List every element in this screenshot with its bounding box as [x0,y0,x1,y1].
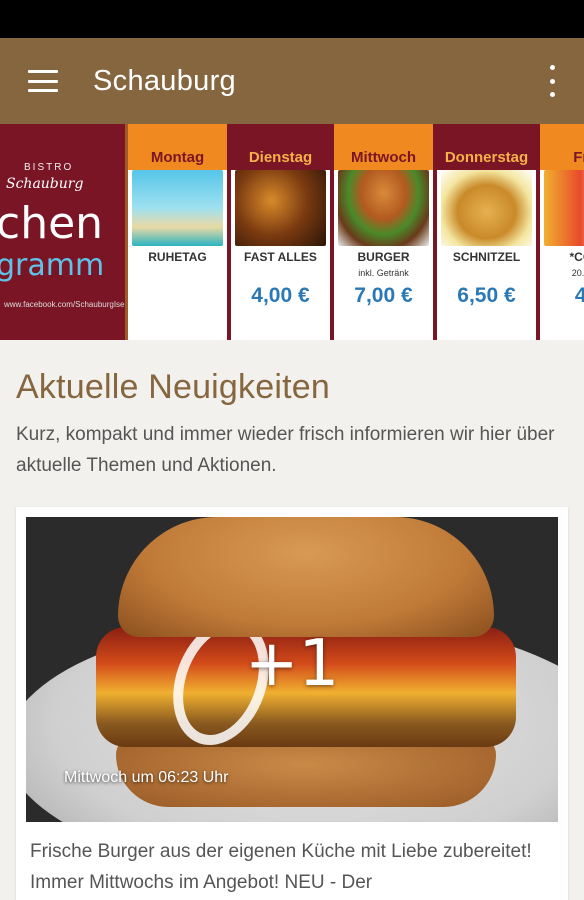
news-section: Aktuelle Neuigkeiten Kurz, kompakt und i… [0,368,584,900]
post-text: Frische Burger aus der eigenen Küche mit… [30,841,532,893]
day-price: 7,00 € [354,284,413,307]
day-offer-label: FAST ALLES [244,250,317,264]
day-name: Mittwoch [334,124,433,170]
banner-subheading-text: gramm [0,248,105,283]
weekly-program-banner[interactable]: BISTRO Schauburg chen gramm www.facebook… [0,124,584,340]
more-options-icon[interactable] [538,65,566,97]
day-column-freitag: Freit *COCK 20.00 - 2 4,0 [540,124,584,340]
day-name: Dienstag [231,124,330,170]
section-description: Kurz, kompakt und immer wieder frisch in… [16,424,555,476]
banner-intro-panel: BISTRO Schauburg chen gramm www.facebook… [0,124,128,340]
day-name: Freit [540,124,584,170]
day-offer-label: SCHNITZEL [452,250,521,264]
page-title: Aktuelle Neuigkeiten [16,368,330,406]
banner-url-text: www.facebook.com/SchauburgIserlohn [4,300,128,309]
day-offer-label: *COCK [569,250,584,264]
post-image[interactable]: +1 Mittwoch um 06:23 Uhr [26,517,558,822]
burger-photo [338,170,429,246]
day-column-dienstag: Dienstag FAST ALLES 4,00 € [231,124,334,340]
bun-top-shape [118,517,494,637]
day-offer-sub [128,268,227,278]
more-images-count: +1 [244,627,340,701]
day-offer-sub [437,268,536,278]
day-price: 4,0 [574,284,584,307]
news-post-card[interactable]: +1 Mittwoch um 06:23 Uhr Frische Burger … [16,507,568,900]
status-bar [0,0,584,38]
post-timestamp: Mittwoch um 06:23 Uhr [64,769,229,786]
day-offer-sub: inkl. Getränk [358,268,409,278]
day-column-montag: Montag RUHETAG [128,124,231,340]
day-price: 6,50 € [457,284,516,307]
cocktail-photo [544,170,584,246]
day-column-mittwoch: Mittwoch BURGER inkl. Getränk 7,00 € [334,124,437,340]
beach-photo [132,170,223,246]
day-column-donnerstag: Donnerstag SCHNITZEL 6,50 € [437,124,540,340]
day-offer-sub [231,268,330,278]
app-bar: Schauburg [0,38,584,124]
day-price: 4,00 € [251,284,310,307]
day-name: Donnerstag [437,124,536,170]
app-title: Schauburg [93,64,236,97]
banner-heading-text: chen [0,198,104,249]
day-offer-label: BURGER [357,250,410,264]
day-offer-label: RUHETAG [148,250,207,264]
banner-bistro-text: BISTRO [24,162,74,173]
hamburger-menu-icon[interactable] [28,70,58,92]
day-offer-sub: 20.00 - 2 [571,268,584,278]
bar-photo [235,170,326,246]
banner-logo-text: Schauburg [6,176,84,192]
schnitzel-photo [441,170,532,246]
day-name: Montag [128,124,227,170]
